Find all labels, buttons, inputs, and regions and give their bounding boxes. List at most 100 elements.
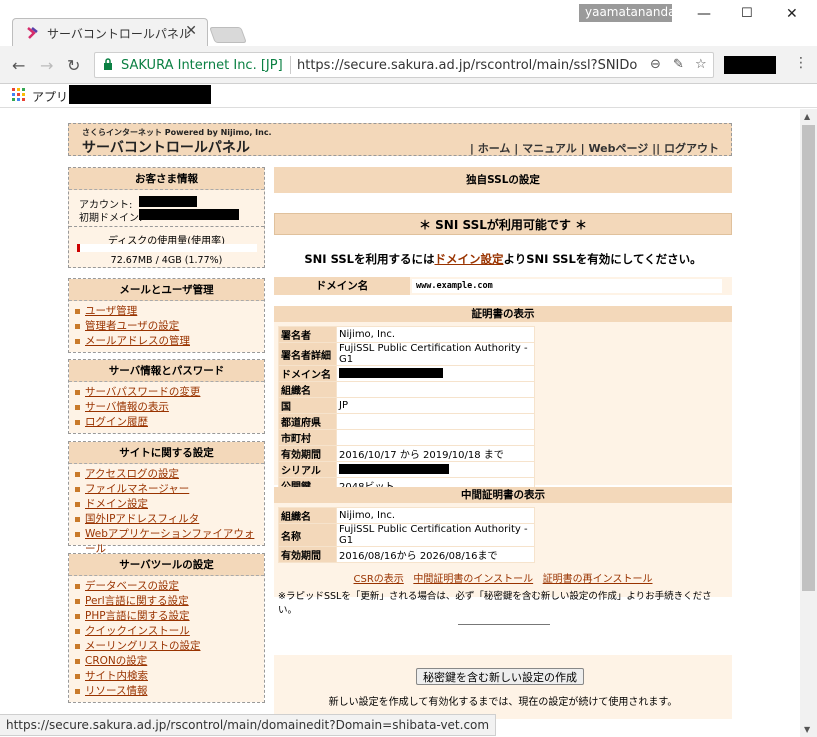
table-row: シリアル [278, 461, 535, 478]
table-row: ドメイン名 [278, 365, 535, 382]
site-search-link[interactable]: サイト内検索 [73, 669, 264, 684]
profile-name[interactable]: yaamatananda [579, 4, 675, 22]
header-links: | ホーム | マニュアル | Webページ || ログアウト [469, 142, 719, 155]
file-manager-link[interactable]: ファイルマネージャー [73, 482, 264, 497]
reinstall-cert-link[interactable]: 証明書の再インストール [543, 574, 653, 585]
browser-tab[interactable]: サーバコントロールパネル ✕ [12, 18, 208, 46]
menu-icon[interactable]: ⋮ [794, 55, 808, 71]
server-password-link[interactable]: サーバパスワードの変更 [73, 385, 264, 400]
sni-domain-settings-link[interactable]: ドメイン設定 [434, 252, 503, 266]
menu-site-settings-title: サイトに関する設定 [69, 442, 264, 464]
sni-message: SNI SSLを利用するにはドメイン設定よりSNI SSLを有効にしてください。 [304, 252, 702, 266]
domain-settings-link[interactable]: ドメイン設定 [73, 497, 264, 512]
table-row: 都道府県 [278, 413, 535, 430]
foreign-ip-filter-link[interactable]: 国外IPアドレスフィルタ [73, 512, 264, 527]
admin-user-link[interactable]: 管理者ユーザの設定 [73, 319, 264, 334]
toolbar: ← → ↻ SAKURA Internet Inc. [JP] https://… [0, 46, 817, 84]
waf-link[interactable]: Webアプリケーションファイアウォール [73, 527, 264, 555]
apps-grid-icon[interactable] [12, 88, 26, 102]
new-config-note: 新しい設定を作成して有効化するまでは、現在の設定が続けて使用されます。 [328, 697, 678, 708]
sni-banner: ＊ SNI SSLが利用可能です ＊ [274, 213, 732, 235]
new-tab-button[interactable] [209, 27, 247, 43]
mailing-list-link[interactable]: メーリングリストの設定 [73, 639, 264, 654]
menu-site-settings: サイトに関する設定 アクセスログの設定 ファイルマネージャー ドメイン設定 国外… [68, 441, 265, 555]
tab-title: サーバコントロールパネル [47, 27, 191, 41]
customer-info-title: お客さま情報 [69, 168, 264, 190]
menu-server-tools-title: サーバツールの設定 [69, 554, 264, 576]
user-management-link[interactable]: ユーザ管理 [73, 304, 264, 319]
divider [458, 624, 550, 625]
cert-section-title: 証明書の表示 [274, 306, 732, 322]
intermediate-section-title: 中間証明書の表示 [274, 487, 732, 503]
extension-area[interactable] [724, 56, 776, 74]
apps-bookmark[interactable]: アプリ [32, 88, 68, 105]
status-bar-url: https://secure.sakura.ad.jp/rscontrol/ma… [0, 714, 497, 736]
menu-mail-user-title: メールとユーザ管理 [69, 279, 264, 301]
table-row: 組織名 [278, 381, 535, 398]
brand-title: サーバコントロールパネル [82, 140, 250, 156]
address-bar[interactable]: SAKURA Internet Inc. [JP] https://secure… [94, 52, 714, 78]
table-row: 国 JP [278, 397, 535, 414]
close-window-icon[interactable]: ✕ [786, 6, 798, 22]
php-link[interactable]: PHP言語に関する設定 [73, 609, 264, 624]
initial-domain-label: 初期ドメイン: [79, 213, 143, 224]
customer-info-box: お客さま情報 アカウント: 初期ドメイン: ディスクの使用量(使用率) 72.6… [68, 167, 265, 268]
menu-server-info-title: サーバ情報とパスワード [69, 360, 264, 382]
redacted-serial [339, 464, 449, 474]
minimize-icon[interactable]: — [697, 6, 711, 22]
intermediate-panel: 組織名 Nijimo, Inc. 名称 FujiSSL Public Certifi… [274, 503, 732, 616]
resource-info-link[interactable]: リソース情報 [73, 684, 264, 699]
cron-link[interactable]: CRONの設定 [73, 654, 264, 669]
home-link[interactable]: ホーム [478, 142, 511, 155]
intermediate-table: 組織名 Nijimo, Inc. 名称 FujiSSL Public Certifi… [278, 507, 535, 563]
table-row: 組織名 Nijimo, Inc. [278, 507, 535, 524]
server-info-link[interactable]: サーバ情報の表示 [73, 400, 264, 415]
show-csr-link[interactable]: CSRの表示 [354, 574, 404, 585]
logout-link[interactable]: ログアウト [664, 142, 719, 155]
pin-icon[interactable]: ✎ [673, 57, 684, 72]
create-new-config-button[interactable]: 秘密鍵を含む新しい設定の作成 [416, 668, 584, 685]
webpage-link[interactable]: Webページ [588, 142, 648, 155]
vertical-scrollbar[interactable]: ▲ ▼ [800, 109, 817, 737]
database-link[interactable]: データベースの設定 [73, 579, 264, 594]
zoom-icon[interactable]: ⊖ [650, 57, 661, 72]
menu-mail-user: メールとユーザ管理 ユーザ管理 管理者ユーザの設定 メールアドレスの管理 [68, 278, 265, 353]
cert-table: 署名者 Nijimo, Inc. 署名者詳細 FujiSSL Public Cert… [278, 326, 535, 494]
menu-server-tools: サーバツールの設定 データベースの設定 Perl言語に関する設定 PHP言語に関… [68, 553, 265, 703]
site-identity: SAKURA Internet Inc. [JP] [121, 58, 283, 73]
perl-link[interactable]: Perl言語に関する設定 [73, 594, 264, 609]
quick-install-link[interactable]: クイックインストール [73, 624, 264, 639]
title-bar: サーバコントロールパネル ✕ yaamatananda — ☐ ✕ [0, 0, 817, 46]
manual-link[interactable]: マニュアル [522, 142, 577, 155]
domain-value: www.example.com [412, 279, 722, 293]
redacted-domain [139, 209, 239, 220]
tab-close-icon[interactable]: ✕ [185, 23, 197, 39]
reload-icon[interactable]: ↻ [67, 56, 80, 75]
page-header: さくらインターネット Powered by Nijimo, Inc. サーバコン… [68, 123, 732, 156]
scroll-down-icon[interactable]: ▼ [804, 725, 810, 734]
login-history-link[interactable]: ログイン履歴 [73, 415, 264, 430]
bookmarks-bar: アプリ [0, 84, 817, 108]
mail-address-link[interactable]: メールアドレスの管理 [73, 334, 264, 349]
domain-row: ドメイン名 www.example.com [274, 277, 732, 295]
bookmark-star-icon[interactable]: ☆ [695, 57, 707, 72]
forward-icon[interactable]: → [40, 56, 53, 75]
page-viewport: さくらインターネット Powered by Nijimo, Inc. サーバコン… [0, 109, 800, 737]
back-icon[interactable]: ← [12, 56, 25, 75]
page-title: 独自SSLの設定 [274, 167, 732, 193]
scrollbar-thumb[interactable] [802, 125, 815, 591]
menu-server-info: サーバ情報とパスワード サーバパスワードの変更 サーバ情報の表示 ログイン履歴 [68, 359, 265, 434]
access-log-link[interactable]: アクセスログの設定 [73, 467, 264, 482]
url-text[interactable]: https://secure.sakura.ad.jp/rscontrol/ma… [297, 58, 637, 73]
scroll-up-icon[interactable]: ▲ [804, 112, 810, 121]
renewal-note: ※ラピッドSSLを「更新」される場合は、必ず「秘密鍵を含む新しい設定の作成」より… [278, 591, 712, 616]
cert-panel: 署名者 Nijimo, Inc. 署名者詳細 FujiSSL Public Cert… [274, 322, 732, 494]
redacted-bookmarks [69, 85, 211, 104]
browser-window: サーバコントロールパネル ✕ yaamatananda — ☐ ✕ ← → ↻ … [0, 0, 817, 737]
cert-actions: CSRの表示 中間証明書のインストール 証明書の再インストール [278, 570, 728, 585]
maximize-icon[interactable]: ☐ [741, 6, 753, 21]
disk-usage-fill [77, 244, 81, 252]
table-row: 有効期間 2016/10/17 から 2019/10/18 まで [278, 445, 535, 462]
sakura-favicon-icon [27, 27, 38, 39]
install-intermediate-link[interactable]: 中間証明書のインストール [413, 574, 533, 585]
